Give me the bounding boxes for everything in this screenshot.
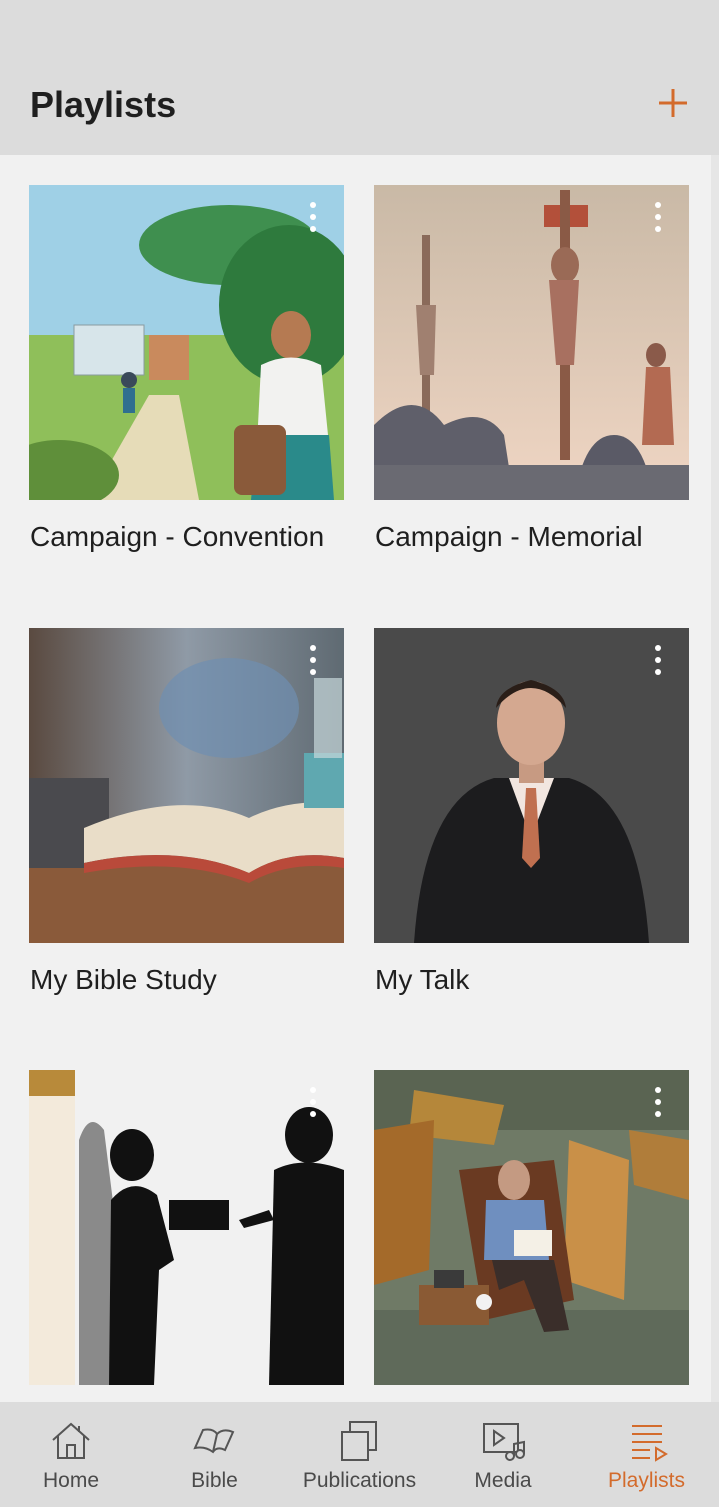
bottom-navigation: Home Bible Publications Media Playlists: [0, 1402, 719, 1507]
book-icon: [193, 1428, 235, 1454]
playlist-title: My Bible Study: [30, 964, 217, 995]
nav-item-publications[interactable]: Publications: [287, 1402, 432, 1507]
more-vertical-icon: [655, 202, 661, 232]
more-vertical-icon: [310, 1087, 316, 1117]
nav-item-home[interactable]: Home: [0, 1402, 142, 1507]
playlist-thumbnail[interactable]: [29, 185, 344, 500]
convention-artwork: [29, 185, 344, 500]
more-options-button[interactable]: [643, 640, 673, 680]
nav-label: Media: [474, 1469, 532, 1492]
ministry-artwork: [29, 1070, 344, 1385]
app-header: Playlists: [0, 0, 719, 155]
page-title: Playlists: [30, 84, 177, 125]
add-playlist-button[interactable]: [650, 80, 696, 126]
nav-label: Playlists: [607, 1469, 686, 1492]
nav-label: Publications: [302, 1469, 417, 1492]
playlist-title: Campaign - Convention: [30, 521, 325, 552]
plus-icon: [659, 89, 687, 117]
scrollbar[interactable]: [711, 155, 719, 1402]
publications-icon: [341, 1421, 377, 1461]
nav-label: Bible: [191, 1469, 238, 1492]
playlist-thumbnail[interactable]: [29, 1070, 344, 1385]
more-vertical-icon: [310, 645, 316, 675]
more-options-button[interactable]: [298, 640, 328, 680]
more-vertical-icon: [655, 1087, 661, 1117]
more-vertical-icon: [655, 645, 661, 675]
playlist-thumbnail[interactable]: [374, 628, 689, 943]
playlist-icon: [632, 1425, 668, 1462]
playlist-title: My Talk: [375, 964, 470, 995]
bible-study-artwork: [29, 628, 344, 943]
nav-item-playlists[interactable]: Playlists: [574, 1402, 719, 1507]
more-options-button[interactable]: [298, 1082, 328, 1122]
more-options-button[interactable]: [643, 197, 673, 237]
home-icon: [52, 1422, 90, 1459]
memorial-artwork: [374, 185, 689, 500]
nav-item-bible[interactable]: Bible: [142, 1402, 287, 1507]
more-options-button[interactable]: [298, 197, 328, 237]
speaker-artwork: [374, 628, 689, 943]
playlist-thumbnail[interactable]: [29, 628, 344, 943]
playlist-title: Campaign - Memorial: [375, 521, 643, 552]
nav-item-media[interactable]: Media: [432, 1402, 574, 1507]
more-vertical-icon: [310, 202, 316, 232]
more-options-button[interactable]: [643, 1082, 673, 1122]
media-icon: [483, 1423, 525, 1461]
manuscripts-artwork: [374, 1070, 689, 1385]
nav-label: Home: [42, 1469, 100, 1492]
playlist-grid: Campaign - Convention Campaign - Memoria…: [0, 155, 711, 1402]
playlist-thumbnail[interactable]: [374, 1070, 689, 1385]
playlist-thumbnail[interactable]: [374, 185, 689, 500]
